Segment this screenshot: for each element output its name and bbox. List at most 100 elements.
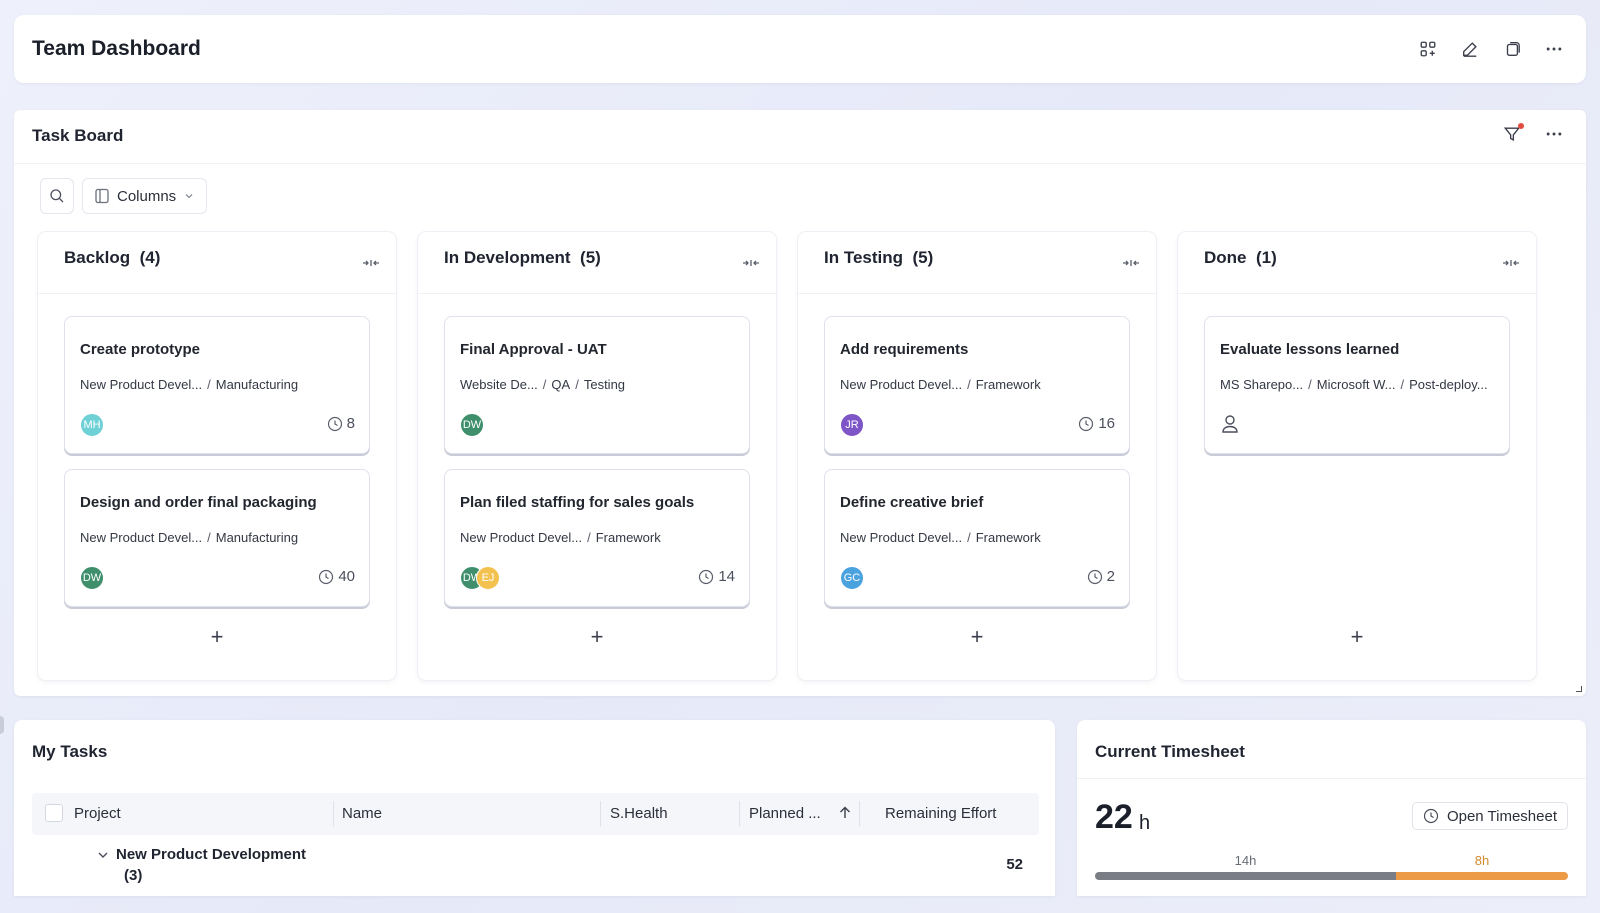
collapse-column-icon[interactable]	[1502, 254, 1520, 272]
progress-segment-logged	[1095, 872, 1396, 880]
group-remaining-effort: 52	[1006, 856, 1023, 873]
effort-indicator: 16	[1078, 415, 1115, 432]
card-path: New Product Devel... / Framework	[840, 530, 1041, 545]
column-title: Backlog (4)	[64, 248, 161, 267]
clock-icon	[1423, 808, 1439, 824]
clock-icon	[1079, 416, 1094, 431]
card-title: Create prototype	[80, 341, 201, 358]
timesheet-title: Current Timesheet	[1095, 742, 1245, 761]
page-title: Team Dashboard	[32, 37, 201, 60]
column-header-remaining-effort[interactable]: Remaining Effort	[885, 805, 996, 822]
group-name: New Product Development (3)	[116, 846, 307, 884]
task-board-title: Task Board	[32, 126, 124, 145]
current-timesheet-panel: Current Timesheet 22 h Open Timesheet 14…	[1077, 720, 1586, 896]
task-board-header: Task Board	[14, 110, 1586, 164]
columns-dropdown[interactable]: Columns	[82, 178, 208, 214]
task-card[interactable]: Plan filed staffing for sales goals New …	[444, 469, 750, 607]
card-path: New Product Devel... / Framework	[460, 530, 661, 545]
avatar[interactable]: MH	[80, 413, 104, 437]
timesheet-hours: 22	[1095, 798, 1133, 836]
columns-label: Columns	[117, 187, 177, 205]
card-path: Website De... / QA / Testing	[460, 377, 626, 392]
clock-icon	[1087, 569, 1102, 584]
search-icon	[50, 189, 64, 203]
task-board-toolbar: Columns	[40, 178, 208, 214]
filter-active-dot	[1518, 123, 1524, 129]
side-drag-handle[interactable]	[0, 716, 4, 734]
open-timesheet-button[interactable]: Open Timesheet	[1411, 802, 1568, 830]
collapse-column-icon[interactable]	[362, 254, 380, 272]
filter-icon[interactable]	[1502, 123, 1524, 144]
my-tasks-title: My Tasks	[32, 742, 108, 761]
sort-ascending-icon	[839, 806, 850, 818]
effort-indicator: 14	[698, 568, 735, 585]
column-header-s-health[interactable]: S.Health	[610, 805, 668, 822]
column-title: In Testing (5)	[824, 248, 934, 267]
task-card[interactable]: Create prototype New Product Devel... / Ma…	[64, 316, 370, 454]
board-column-in-development: In Development (5) Final Approval - UAT …	[418, 232, 776, 680]
add-card-button[interactable]: +	[965, 626, 989, 650]
select-all-checkbox[interactable]	[45, 804, 63, 822]
board-column-done: Done (1) Evaluate lessons learned MS Sha…	[1178, 232, 1536, 680]
dashboard-header: Team Dashboard	[14, 15, 1586, 83]
table-group-row[interactable]: New Product Development (3) 52	[32, 842, 1039, 892]
add-card-button[interactable]: +	[1345, 626, 1369, 650]
card-title: Define creative brief	[840, 494, 984, 511]
my-tasks-panel: My Tasks Project Name S.Health Planned .…	[14, 720, 1055, 896]
chevron-down-icon[interactable]	[96, 848, 110, 862]
search-button[interactable]	[40, 178, 74, 214]
edit-icon[interactable]	[1460, 39, 1480, 59]
timesheet-bar-labels: 14h 8h	[1095, 853, 1568, 869]
table-header: Project Name S.Health Planned ... Remain…	[32, 793, 1039, 835]
add-widget-icon[interactable]	[1418, 39, 1438, 59]
avatar[interactable]: GC	[840, 566, 864, 590]
timesheet-unit: h	[1139, 812, 1151, 834]
avatar[interactable]: JR	[840, 413, 864, 437]
header-actions	[1418, 39, 1564, 59]
resize-handle[interactable]	[1576, 686, 1582, 692]
copy-icon[interactable]	[1502, 39, 1522, 59]
column-title: In Development (5)	[444, 248, 601, 267]
column-header-name[interactable]: Name	[342, 805, 382, 822]
task-card[interactable]: Design and order final packaging New Pro…	[64, 469, 370, 607]
clock-icon	[319, 569, 334, 584]
task-card[interactable]: Final Approval - UAT Website De... / QA / Te…	[444, 316, 750, 454]
timesheet-progress-bar	[1095, 872, 1568, 880]
add-card-button[interactable]: +	[205, 626, 229, 650]
board-column-backlog: Backlog (4) Create prototype New Product…	[38, 232, 396, 680]
card-title: Final Approval - UAT	[460, 341, 607, 358]
avatar[interactable]: DW	[80, 566, 104, 590]
card-path: New Product Devel... / Manufacturing	[80, 377, 299, 392]
card-title: Plan filed staffing for sales goals	[460, 494, 695, 511]
collapse-column-icon[interactable]	[1122, 254, 1140, 272]
card-title: Design and order final packaging	[80, 494, 317, 511]
task-card[interactable]: Add requirements New Product Devel... / Fr…	[824, 316, 1130, 454]
chevron-down-icon	[185, 194, 193, 199]
unassigned-user-icon[interactable]	[1220, 413, 1240, 435]
clock-icon	[327, 416, 342, 431]
column-header-planned[interactable]: Planned ...	[749, 805, 851, 822]
card-title: Evaluate lessons learned	[1220, 341, 1400, 358]
avatar[interactable]: EJ	[476, 566, 500, 590]
columns-icon	[95, 188, 109, 204]
more-icon[interactable]	[1544, 39, 1564, 59]
card-path: New Product Devel... / Framework	[840, 377, 1041, 392]
task-board: Task Board Columns Backlog (4) Create pr…	[14, 110, 1586, 696]
column-header-project[interactable]: Project	[74, 805, 121, 822]
effort-indicator: 40	[318, 568, 355, 585]
segment-label-remaining: 8h	[1474, 853, 1490, 868]
task-card[interactable]: Evaluate lessons learned MS Sharepo... / M…	[1204, 316, 1510, 454]
effort-indicator: 8	[327, 415, 355, 432]
avatar[interactable]: DW	[460, 413, 484, 437]
card-path: MS Sharepo... / Microsoft W... / Post-deploy…	[1220, 377, 1488, 392]
card-path: New Product Devel... / Manufacturing	[80, 530, 299, 545]
task-card[interactable]: Define creative brief New Product Devel.…	[824, 469, 1130, 607]
card-title: Add requirements	[840, 341, 969, 358]
clock-icon	[699, 569, 714, 584]
board-column-in-testing: In Testing (5) Add requirements New Prod…	[798, 232, 1156, 680]
segment-label-logged: 14h	[1234, 853, 1257, 868]
add-card-button[interactable]: +	[585, 626, 609, 650]
task-board-more-icon[interactable]	[1544, 124, 1564, 144]
collapse-column-icon[interactable]	[742, 254, 760, 272]
effort-indicator: 2	[1087, 568, 1115, 585]
